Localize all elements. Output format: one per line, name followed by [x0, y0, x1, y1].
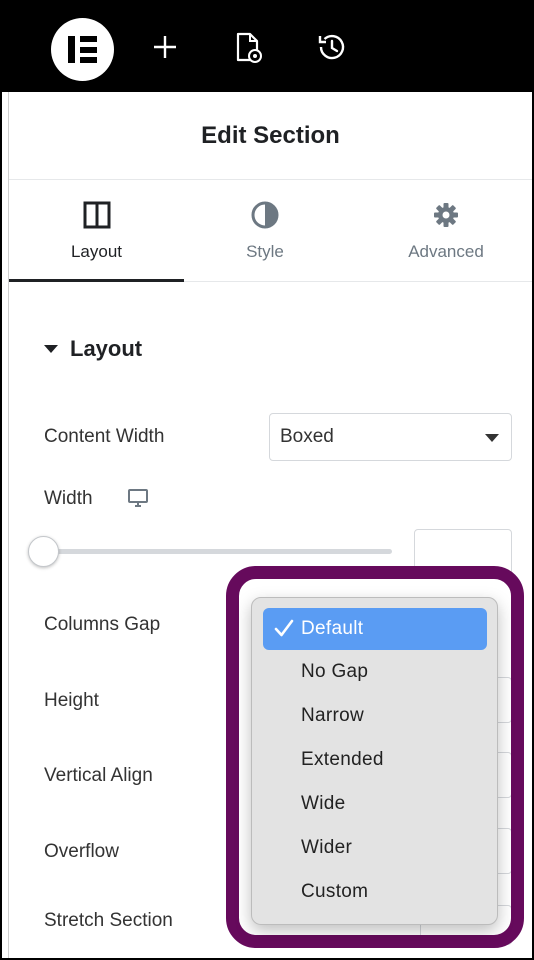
screenshot-border [0, 0, 534, 960]
